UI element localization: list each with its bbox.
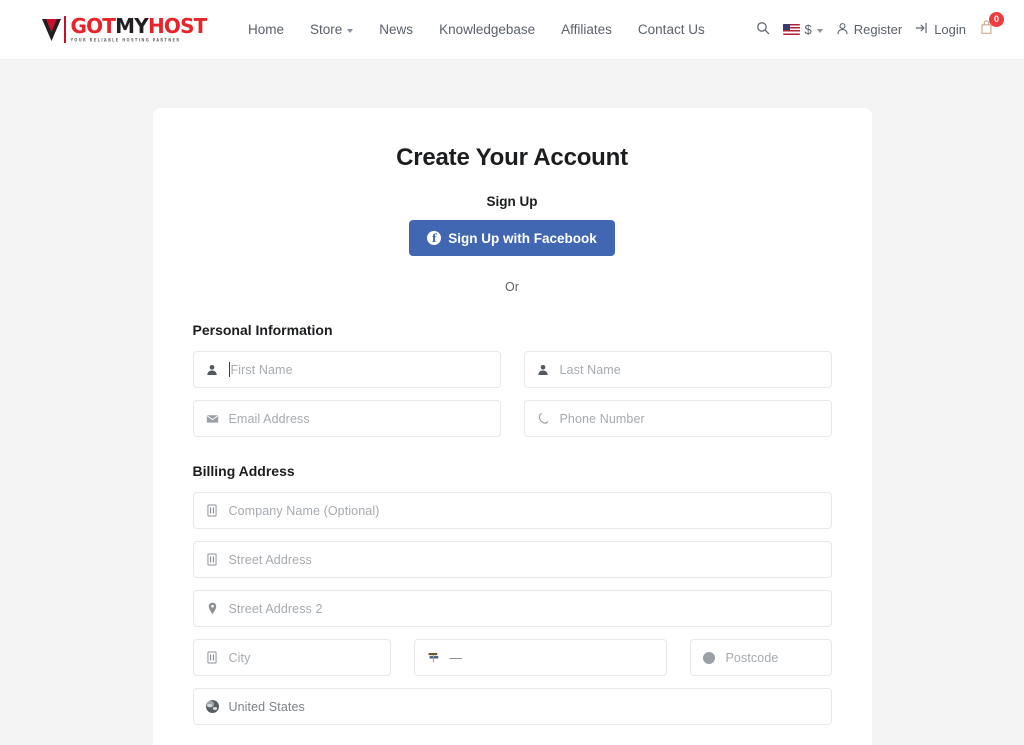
chevron-down-icon (347, 28, 354, 33)
envelope-icon (205, 412, 220, 425)
login-link[interactable]: Login (915, 21, 966, 38)
chevron-down-icon (816, 28, 823, 33)
state-selected-value: — (449, 650, 463, 665)
row-name: First Name Last Name (192, 351, 832, 388)
nav-item-home[interactable]: Home (248, 22, 284, 37)
logo-tagline: YOUR RELIABLE HOSTING PARTNER (70, 37, 181, 43)
section-title-billing: Billing Address (192, 463, 295, 479)
site-logo[interactable]: GOTMYHOST YOUR RELIABLE HOSTING PARTNER (41, 14, 207, 43)
logo-word-host: HOST (147, 14, 207, 39)
phone-field[interactable]: Phone Number (523, 400, 832, 437)
or-divider-text: Or (505, 280, 519, 294)
email-placeholder: Email Address (228, 411, 310, 426)
logo-shield-icon (41, 18, 62, 42)
logo-word-got: GOT (70, 14, 116, 39)
nav-label-contact-us: Contact Us (637, 22, 705, 37)
search-button[interactable] (756, 21, 770, 38)
building-icon (205, 651, 220, 664)
logo-wordmark: GOTMYHOST YOUR RELIABLE HOSTING PARTNER (64, 14, 207, 43)
street-address-2-field[interactable]: Street Address 2 (192, 590, 832, 627)
signup-card: Create Your Account Sign Up f Sign Up wi… (152, 108, 872, 745)
login-label: Login (934, 22, 966, 37)
search-icon (756, 21, 770, 38)
person-icon (836, 22, 849, 38)
globe-icon (205, 700, 220, 713)
facebook-signup-row: f Sign Up with Facebook (193, 220, 832, 256)
cart-button[interactable]: 0 (979, 11, 1004, 41)
signpost-icon (426, 651, 441, 665)
page-body: Create Your Account Sign Up f Sign Up wi… (0, 60, 1024, 745)
street-address-field[interactable]: Street Address (192, 541, 832, 578)
nav-item-knowledgebase[interactable]: Knowledgebase (439, 22, 535, 37)
country-selected-value: United States (228, 699, 305, 714)
row-street1: Street Address (192, 541, 832, 578)
nav-item-contact-us[interactable]: Contact Us (638, 22, 705, 37)
company-name-placeholder: Company Name (Optional) (228, 503, 380, 518)
row-country: United States (192, 688, 832, 725)
nav-label-knowledgebase: Knowledgebase (439, 22, 536, 37)
state-select-field[interactable]: — (413, 639, 667, 676)
city-field[interactable]: City (192, 639, 391, 676)
row-street2: Street Address 2 (192, 590, 832, 627)
nav-label-store: Store (310, 22, 343, 37)
row-company: Company Name (Optional) (192, 492, 832, 529)
phone-placeholder: Phone Number (559, 411, 645, 426)
map-pin-icon (205, 602, 220, 615)
nav-item-store[interactable]: Store (310, 22, 354, 37)
logo-container: GOTMYHOST YOUR RELIABLE HOSTING PARTNER (0, 14, 248, 43)
currency-label: $ (804, 22, 812, 37)
phone-icon (536, 412, 551, 425)
first-name-placeholder: First Name (230, 362, 293, 377)
facebook-icon: f (427, 231, 442, 245)
us-flag-icon (782, 24, 800, 35)
country-select-field[interactable]: United States (192, 688, 832, 725)
register-label: Register (853, 22, 903, 37)
nav-label-home: Home (248, 22, 285, 37)
register-link[interactable]: Register (836, 22, 902, 38)
last-name-field[interactable]: Last Name (523, 351, 832, 388)
nav-label-affiliates: Affiliates (561, 22, 612, 37)
header-utilities: $ Register Login 0 (756, 11, 1004, 41)
facebook-button-label: Sign Up with Facebook (448, 230, 597, 246)
building-icon (205, 504, 220, 517)
site-header: GOTMYHOST YOUR RELIABLE HOSTING PARTNER … (0, 0, 1024, 60)
company-name-field[interactable]: Company Name (Optional) (192, 492, 832, 529)
city-placeholder: City (228, 650, 251, 665)
section-title-personal: Personal Information (192, 322, 333, 338)
logo-word-my: MY (115, 14, 149, 39)
facebook-signup-button[interactable]: f Sign Up with Facebook (409, 220, 615, 256)
main-navigation: Home Store News Knowledgebase Affiliates… (248, 22, 705, 37)
cart-count-badge: 0 (989, 11, 1004, 27)
person-icon (536, 364, 551, 376)
first-name-field[interactable]: First Name (192, 351, 501, 388)
person-icon (205, 364, 220, 376)
page-title: Create Your Account (396, 144, 628, 171)
nav-label-news: News (379, 22, 414, 37)
nav-item-news[interactable]: News (379, 22, 413, 37)
building-icon (205, 553, 220, 566)
login-arrow-icon (915, 21, 929, 38)
postcode-placeholder: Postcode (725, 650, 779, 665)
row-city-state-postcode: City — Postcode (192, 639, 832, 676)
row-contact: Email Address Phone Number (192, 400, 832, 437)
signup-subheading: Sign Up (486, 194, 538, 209)
circle-icon (702, 651, 717, 664)
currency-selector[interactable]: $ (782, 22, 823, 37)
nav-item-affiliates[interactable]: Affiliates (561, 22, 612, 37)
postcode-field[interactable]: Postcode (689, 639, 832, 676)
email-field[interactable]: Email Address (192, 400, 501, 437)
street-address-placeholder: Street Address (228, 552, 312, 567)
street-address-2-placeholder: Street Address 2 (228, 601, 323, 616)
text-cursor (228, 362, 230, 377)
last-name-placeholder: Last Name (559, 362, 621, 377)
